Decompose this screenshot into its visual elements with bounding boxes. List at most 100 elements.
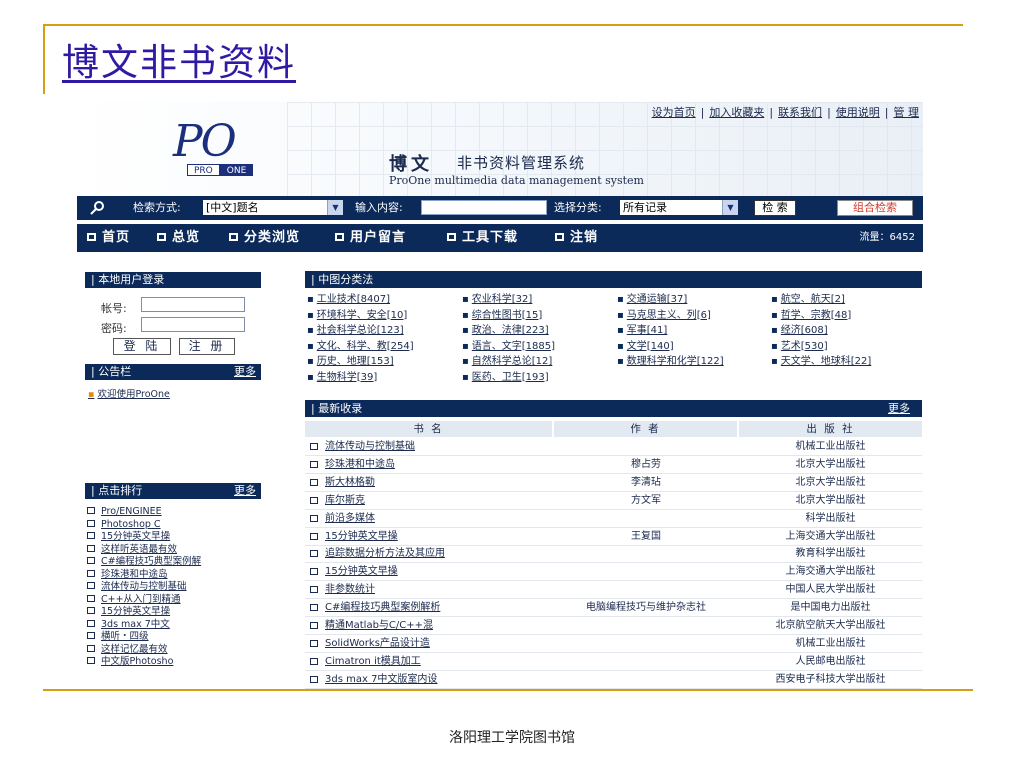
category-link[interactable]: ▪ 生物科学[39] (307, 371, 377, 384)
category-link[interactable]: ▪ 医药、卫生[193] (462, 371, 549, 384)
table-row: 3ds max 7中文版室内设 西安电子科技大学出版社 (305, 671, 922, 689)
account-label: 帐号: (101, 302, 127, 315)
link-separator: | (700, 106, 705, 119)
book-title-link[interactable]: 3ds max 7中文版室内设 (325, 671, 437, 688)
document-icon (87, 657, 95, 664)
category-link[interactable]: ▪ 语言、文字[1885] (462, 340, 555, 353)
category-link[interactable]: ▪ 哲学、宗教[48] (771, 309, 851, 322)
search-input[interactable] (421, 200, 547, 215)
search-mode-select[interactable]: [中文]题名 ▼ (203, 200, 343, 215)
book-title-link[interactable]: 珍珠港和中途岛 (325, 456, 395, 473)
notice-item[interactable]: ▪ 欢迎使用ProOne (88, 386, 170, 400)
login-button[interactable]: 登 陆 (113, 338, 171, 355)
book-title-link[interactable]: SolidWorks产品设计造 (325, 635, 430, 652)
top-link[interactable]: 联系我们 (778, 106, 822, 119)
ranking-item[interactable]: 中文版Photosho (87, 656, 173, 668)
bullet-icon: ▪ (771, 309, 778, 321)
document-icon (310, 550, 318, 558)
bullet-icon: ▪ (462, 356, 469, 367)
ranking-item[interactable]: Photoshop C (87, 519, 161, 531)
category-link[interactable]: ▪ 文化、科学、教[254] (307, 340, 414, 353)
book-publisher: 教育科学出版社 (795, 548, 866, 560)
combo-search-button[interactable]: 组合检索 (837, 200, 913, 216)
search-mode-label: 检索方式: (133, 201, 181, 214)
table-row: 追踪数据分析方法及其应用 教育科学出版社 (305, 545, 922, 564)
account-field[interactable] (141, 297, 245, 312)
book-title-link[interactable]: 斯大林格勒 (325, 474, 375, 491)
book-title-link[interactable]: Cimatron it模具加工 (325, 653, 421, 670)
ranking-item[interactable]: 横听・四级 (87, 631, 149, 643)
magnifier-icon (90, 201, 104, 215)
ranking-item[interactable]: C++从入门到精通 (87, 594, 181, 606)
slide-title: 博文非书资料 (62, 41, 296, 84)
category-link[interactable]: ▪ 农业科学[32] (462, 293, 532, 306)
book-title-link[interactable]: 精通Matlab与C/C++混 (325, 617, 433, 634)
top-link[interactable]: 管 理 (894, 106, 920, 119)
category-link[interactable]: ▪ 社会科学总论[123] (307, 324, 404, 337)
ranking-item[interactable]: 流体传动与控制基础 (87, 581, 187, 593)
category-link[interactable]: ▪ 政治、法律[223] (462, 324, 549, 337)
nav-tool-download[interactable]: 工具下载 (447, 224, 518, 252)
category-link[interactable]: ▪ 马克思主义、列[6] (617, 309, 711, 322)
document-icon (310, 604, 318, 612)
table-row: 非参数统计 中国人民大学出版社 (305, 581, 922, 600)
document-icon (310, 460, 318, 468)
category-link[interactable]: ▪ 自然科学总论[12] (462, 355, 552, 368)
ranking-item[interactable]: 3ds max 7中文 (87, 619, 170, 631)
category-link[interactable]: ▪ 环境科学、安全[10] (307, 309, 407, 322)
ranking-item[interactable]: 15分钟英文早操 (87, 606, 170, 618)
book-title-link[interactable]: 15分钟英文早操 (325, 528, 398, 545)
category-link[interactable]: ▪ 艺术[530] (771, 340, 828, 353)
ranking-item[interactable]: 这样记忆最有效 (87, 644, 168, 656)
bullet-icon: ▪ (771, 340, 778, 352)
column-header-publisher: 出 版 社 (739, 421, 922, 437)
document-icon (310, 478, 318, 486)
book-title-link[interactable]: 15分钟英文早操 (325, 563, 398, 580)
book-title-link[interactable]: 非参数统计 (325, 581, 375, 598)
bullet-icon: ▪ (307, 294, 314, 305)
notice-more-link[interactable]: 更多 (234, 364, 256, 380)
category-link[interactable]: ▪ 文学[140] (617, 340, 674, 353)
category-link[interactable]: ▪ 天文学、地球科[22] (771, 355, 871, 368)
book-title-link[interactable]: 库尔斯克 (325, 492, 365, 509)
document-icon (87, 569, 95, 577)
category-link[interactable]: ▪ 军事[41] (617, 324, 667, 337)
category-link[interactable]: ▪ 工业技术[8407] (307, 293, 390, 306)
proone-screenshot: PO PRO ONE 博文 非书资料管理系统 ProOne multimedia… (77, 102, 923, 692)
search-button[interactable]: 检 索 (754, 200, 796, 216)
nav-category-browse[interactable]: 分类浏览 (229, 224, 300, 252)
bullet-icon: ▪ (617, 356, 624, 367)
password-field[interactable] (141, 317, 245, 332)
book-author: 穆占劳 (631, 458, 661, 470)
latest-more-link[interactable]: 更多 (888, 400, 910, 417)
ranking-item[interactable]: 这样听英语最有效 (87, 544, 177, 556)
nav-guestbook[interactable]: 用户留言 (335, 224, 406, 252)
top-link[interactable]: 使用说明 (836, 106, 880, 119)
ranking-header: | 点击排行 更多 (85, 483, 261, 499)
category-link[interactable]: ▪ 数理科学和化学[122] (617, 355, 724, 368)
document-icon (310, 532, 318, 540)
nav-home[interactable]: 首页 (87, 224, 130, 252)
ranking-item[interactable]: Pro/ENGINEE (87, 506, 162, 518)
ranking-item[interactable]: 珍珠港和中途岛 (87, 569, 168, 581)
ranking-item[interactable]: 15分钟英文早操 (87, 531, 170, 543)
category-link[interactable]: ▪ 综合性图书[15] (462, 309, 542, 322)
category-link[interactable]: ▪ 历史、地理[153] (307, 355, 394, 368)
book-title-link[interactable]: 流体传动与控制基础 (325, 438, 415, 455)
nav-logout[interactable]: 注销 (555, 224, 598, 252)
top-link[interactable]: 设为首页 (652, 106, 696, 119)
category-link[interactable]: ▪ 经济[608] (771, 324, 828, 337)
ranking-more-link[interactable]: 更多 (234, 483, 256, 499)
category-link[interactable]: ▪ 航空、航天[2] (771, 293, 845, 306)
category-header: | 中图分类法 (305, 271, 922, 288)
top-link[interactable]: 加入收藏夹 (709, 106, 764, 119)
book-title-link[interactable]: 前沿多媒体 (325, 510, 375, 527)
ranking-item[interactable]: C#编程技巧典型案例解 (87, 556, 201, 568)
book-title-link[interactable]: 追踪数据分析方法及其应用 (325, 545, 445, 562)
register-button[interactable]: 注 册 (179, 338, 235, 355)
category-select[interactable]: 所有记录 ▼ (620, 200, 738, 215)
nav-overview[interactable]: 总览 (157, 224, 200, 252)
category-link[interactable]: ▪ 交通运输[37] (617, 293, 687, 306)
table-row: SolidWorks产品设计造 机械工业出版社 (305, 635, 922, 653)
book-title-link[interactable]: C#编程技巧典型案例解析 (325, 599, 440, 616)
